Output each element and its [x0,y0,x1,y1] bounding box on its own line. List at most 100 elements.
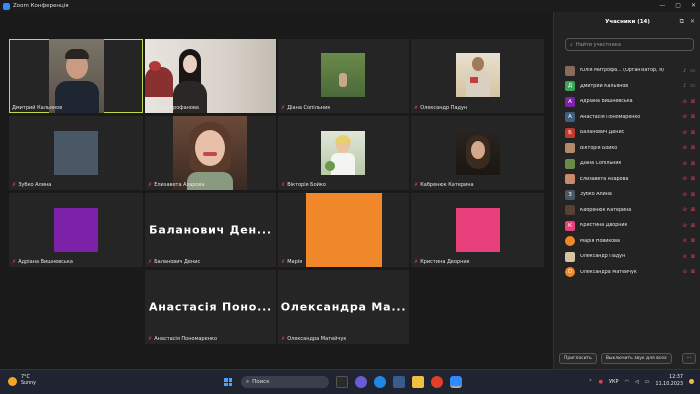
video-tile[interactable]: ✗ Діана Сопільник [278,39,409,113]
mic-muted-icon[interactable]: ⊘ [683,223,687,229]
notification-icon[interactable] [689,379,694,384]
participant-row[interactable]: Д Дмитрий Кальянов ♪ ▭ [554,79,700,95]
close-button[interactable]: ✕ [691,2,696,9]
video-tile[interactable]: ✗ Марія [278,193,409,267]
search-participant-input[interactable]: ⌕ Найти участника [565,38,694,51]
camera-off-icon[interactable]: ⊠ [691,223,695,229]
mic-muted-icon: ✗ [281,259,286,265]
minimize-button[interactable]: — [659,2,665,9]
store-icon[interactable] [393,376,405,388]
participant-row[interactable]: Б Баланович Денис ⊘ ⊠ [554,125,700,141]
participant-row[interactable]: О Олександра Матейчук ⊘ ⊠ [554,265,700,281]
mute-all-button[interactable]: Выключить звук для всех [600,353,672,364]
participant-row[interactable]: Марія Новикова ⊘ ⊠ [554,234,700,250]
invite-button[interactable]: Пригласить [559,353,597,364]
camera-off-icon[interactable]: ⊠ [691,269,695,275]
mic-muted-icon[interactable]: ⊘ [683,161,687,167]
participant-row[interactable]: Діана Сопільник ⊘ ⊠ [554,156,700,172]
windows-start-icon[interactable] [222,376,234,388]
gallery-view: Дмитрий Кальянов Юлія Митрофанова ✗ Діана… [0,12,553,369]
mic-muted-icon[interactable]: ⊘ [683,254,687,260]
mic-muted-icon[interactable]: ⊘ [683,176,687,182]
camera-off-icon[interactable]: ⊠ [691,114,695,120]
video-tile[interactable]: ✗ Зубко Алина [9,116,143,190]
taskbar-search[interactable]: ⌕ Поиск [241,376,329,388]
mic-tray-icon[interactable]: ● [599,379,603,385]
file-explorer-icon[interactable] [412,376,424,388]
camera-off-icon[interactable]: ⊠ [691,176,695,182]
mic-muted-icon: ✗ [12,182,17,188]
more-button[interactable]: ··· [681,353,696,364]
mic-muted-icon[interactable]: ⊘ [683,269,687,275]
wifi-icon[interactable]: ◠ [625,379,629,385]
mic-muted-icon[interactable]: ⊘ [683,192,687,198]
chrome-icon[interactable] [431,376,443,388]
video-tile[interactable]: ✗ Олександр Падун [411,39,544,113]
chevron-up-icon[interactable]: ⌃ [588,379,592,385]
participant-name: Кабренюк Катерина [580,207,632,213]
panel-title: Учасники (14) [605,19,650,25]
camera-off-icon[interactable]: ⊠ [691,145,695,151]
camera-icon[interactable]: ▭ [690,68,695,74]
mic-icon[interactable]: ♪ [683,68,686,74]
video-tile[interactable]: Анастасія Поно... ✗ Анастасія Пономаренко [145,270,276,344]
weather-widget[interactable]: 7°C Sunny [8,375,36,387]
video-tile[interactable]: Дмитрий Кальянов [9,39,143,113]
camera-off-icon[interactable]: ⊠ [691,192,695,198]
participant-row[interactable]: Вікторія Бойко ⊘ ⊠ [554,141,700,157]
title-bar: Zoom Конференція — ▢ ✕ [0,0,700,12]
video-tile[interactable]: Олександра Ма... ✗ Олександра Матейчук [278,270,409,344]
video-tile[interactable]: ✗ Адріана Вишневська [9,193,143,267]
camera-off-icon[interactable]: ⊠ [691,254,695,260]
participant-row[interactable]: К Кристина Дворник ⊘ ⊠ [554,218,700,234]
camera-icon[interactable]: ▭ [690,83,695,89]
camera-off-icon[interactable]: ⊠ [691,238,695,244]
participant-row[interactable]: Кабренюк Катерина ⊘ ⊠ [554,203,700,219]
participant-display-name: Баланович Ден... [149,223,272,237]
mic-muted-icon[interactable]: ⊘ [683,238,687,244]
battery-icon[interactable]: ▭ [645,379,650,385]
zoom-app-icon[interactable] [450,376,462,388]
maximize-button[interactable]: ▢ [675,2,681,9]
video-tile[interactable]: Баланович Ден... ✗ Баланович Денис [145,193,276,267]
participant-row[interactable]: Елизавета Азарова ⊘ ⊠ [554,172,700,188]
tile-name-label: ✗ Олександр Падун [414,105,468,111]
lang-indicator[interactable]: УКР [609,379,619,385]
mic-icon[interactable]: ♪ [683,83,686,89]
video-tile[interactable]: Юлія Митрофанова [145,39,276,113]
volume-icon[interactable]: ◁ [635,379,639,385]
tile-name-label: ✗ Діана Сопільник [281,105,331,111]
mic-muted-icon[interactable]: ⊘ [683,207,687,213]
popout-icon[interactable]: ⧉ [680,18,684,26]
clock[interactable]: 12:37 11.10.2023 [656,375,683,388]
participant-photo [321,53,365,97]
participant-avatar [565,143,575,154]
mic-muted-icon[interactable]: ⊘ [683,99,687,105]
close-panel-icon[interactable]: ✕ [690,18,695,26]
participant-row[interactable]: А Адріана Вишневська ⊘ ⊠ [554,94,700,110]
participant-status-icons: ⊘ ⊠ [683,207,695,213]
participant-row[interactable]: З Зубко Алина ⊘ ⊠ [554,187,700,203]
participant-avatar: К [565,220,575,231]
camera-off-icon[interactable]: ⊠ [691,99,695,105]
mic-muted-icon[interactable]: ⊘ [683,130,687,136]
edge-icon[interactable] [374,376,386,388]
participant-row[interactable]: Юлія Митрофа... (Організатор, я) ♪ ▭ [554,63,700,79]
video-tile[interactable]: ✗ Кристина Дворник [411,193,544,267]
video-tile[interactable]: ✗ Кабренюк Катерина [411,116,544,190]
participant-row[interactable]: Олександр Падун ⊘ ⊠ [554,249,700,265]
mic-muted-icon[interactable]: ⊘ [683,145,687,151]
camera-off-icon[interactable]: ⊠ [691,207,695,213]
video-tile[interactable]: ✗ Елизавета Азарова [145,116,276,190]
mic-muted-icon[interactable]: ⊘ [683,114,687,120]
zoom-logo-icon [3,2,10,10]
participant-name: Елизавета Азарова [580,176,629,182]
camera-off-icon[interactable]: ⊠ [691,130,695,136]
avatar [456,208,500,252]
task-view-icon[interactable] [336,376,348,388]
participant-avatar [565,251,575,262]
participant-row[interactable]: А Анастасія Пономаренко ⊘ ⊠ [554,110,700,126]
camera-off-icon[interactable]: ⊠ [691,161,695,167]
video-tile[interactable]: ✗ Вікторія Бойко [278,116,409,190]
chat-icon[interactable] [355,376,367,388]
